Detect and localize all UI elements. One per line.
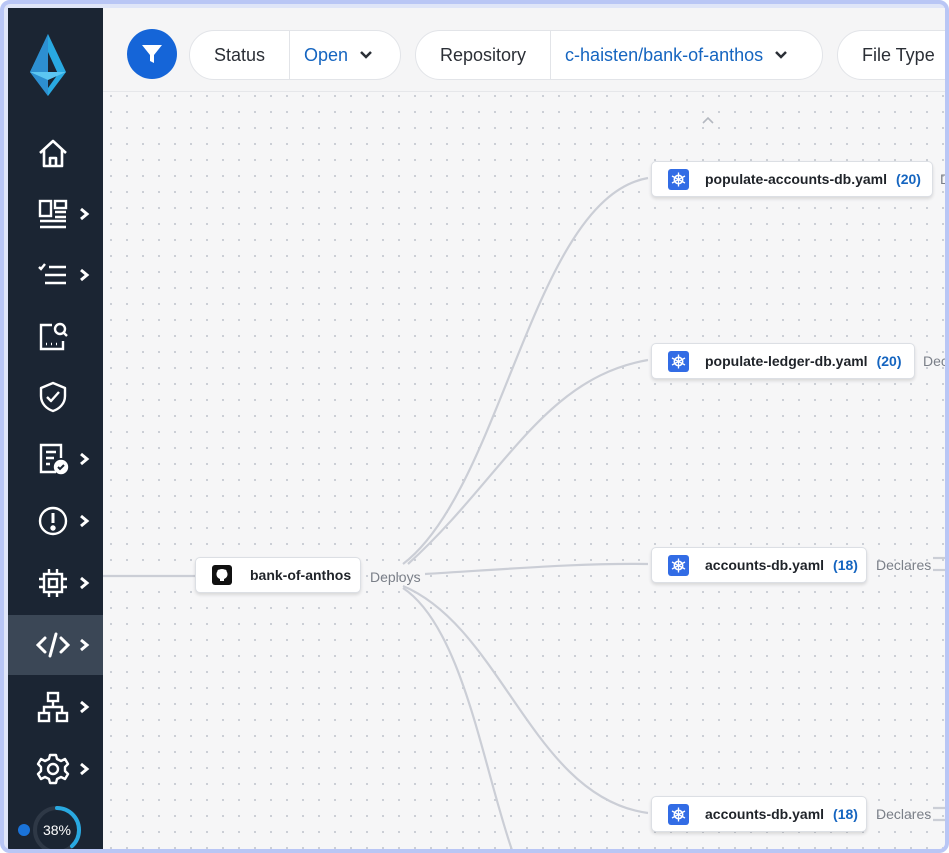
chevron-right-icon: [80, 700, 90, 714]
collapse-up-icon[interactable]: [701, 116, 715, 125]
progress-label: 38%: [42, 822, 72, 838]
dashboard-icon: [38, 199, 68, 229]
repository-filter-label: Repository: [440, 44, 527, 65]
sidebar-item-reports[interactable]: [8, 429, 103, 489]
status-filter[interactable]: Status Open: [189, 30, 401, 80]
filter-bar: Status Open Repository c-haisten/bank-of…: [103, 8, 945, 92]
repository-filter[interactable]: Repository c-haisten/bank-of-anthos: [415, 30, 823, 80]
issue-count: (20): [876, 353, 902, 369]
github-icon: [212, 565, 232, 585]
file-node-label: accounts-db.yaml: [705, 557, 825, 573]
gear-icon: [36, 753, 70, 785]
inventory-search-icon: [39, 322, 68, 351]
chevron-down-icon: [775, 51, 788, 59]
file-node-label: populate-accounts-db.yaml: [705, 171, 888, 187]
checklist-icon: [38, 263, 66, 285]
sidebar-item-dashboard[interactable]: [8, 184, 103, 244]
chevron-down-icon: [360, 51, 372, 59]
status-dot: [18, 824, 30, 836]
edge-label: Declares: [876, 557, 932, 573]
sidebar: 38%: [8, 8, 103, 849]
chevron-right-icon: [80, 762, 90, 776]
network-icon: [37, 691, 69, 723]
edge-label: De: [940, 171, 945, 187]
sidebar-item-network[interactable]: [8, 677, 103, 737]
kubernetes-icon: [668, 168, 689, 190]
graph-links: [103, 176, 945, 849]
alert-circle-icon: [38, 506, 68, 536]
file-node-label: accounts-db.yaml: [705, 806, 825, 822]
link-to-accounts-db-1: [424, 562, 649, 576]
sidebar-item-infrastructure[interactable]: [8, 553, 103, 613]
edge-label: Dec: [923, 353, 948, 369]
repo-node-label: bank-of-anthos: [250, 567, 352, 583]
file-node[interactable]: populate-ledger-db.yaml (20): [651, 343, 915, 379]
status-filter-label: Status: [214, 44, 266, 65]
sidebar-item-inventory[interactable]: [8, 306, 103, 366]
sidebar-item-security[interactable]: [8, 367, 103, 427]
kubernetes-icon: [668, 554, 689, 576]
chevron-right-icon: [80, 268, 90, 282]
graph-canvas[interactable]: Status Open Repository c-haisten/bank-of…: [103, 8, 948, 849]
shield-check-icon: [39, 381, 67, 413]
chevron-right-icon: [80, 514, 90, 528]
report-check-icon: [39, 443, 69, 475]
chip-icon: [39, 569, 67, 597]
file-type-filter-label: File Type: [862, 44, 935, 65]
chevron-right-icon: [80, 452, 90, 466]
filter-button[interactable]: [127, 29, 177, 79]
chevron-right-icon: [80, 207, 90, 221]
issue-count: (18): [833, 557, 858, 573]
sidebar-item-checklist[interactable]: [8, 245, 103, 305]
kubernetes-icon: [668, 803, 689, 825]
chevron-right-icon: [80, 638, 90, 652]
repository-filter-value[interactable]: c-haisten/bank-of-anthos: [550, 31, 809, 79]
link-to-populate-ledger: [407, 358, 649, 565]
link-to-accounts-db-2: [402, 584, 649, 815]
sidebar-item-settings[interactable]: [8, 739, 103, 799]
issue-count: (18): [833, 806, 858, 822]
file-node[interactable]: populate-accounts-db.yaml (20): [651, 161, 933, 197]
status-filter-value[interactable]: Open: [289, 31, 394, 79]
file-node-label: populate-ledger-db.yaml: [705, 353, 868, 369]
issue-count: (20): [896, 171, 921, 187]
edge-label: Declares: [876, 806, 932, 822]
kubernetes-icon: [668, 350, 689, 372]
repo-node[interactable]: bank-of-anthos: [195, 557, 361, 593]
sidebar-item-code[interactable]: [8, 615, 103, 675]
app-logo[interactable]: [28, 32, 68, 98]
code-icon: [36, 632, 70, 658]
file-node[interactable]: accounts-db.yaml (18): [651, 547, 867, 583]
chevron-right-icon: [80, 576, 90, 590]
app-frame: 38% Status Open Repository c-haisten/ban…: [0, 0, 949, 853]
progress-indicator[interactable]: 38%: [16, 804, 96, 849]
deploys-edge-label: Deploys: [370, 569, 421, 585]
file-node[interactable]: accounts-db.yaml (18): [651, 796, 867, 832]
sidebar-item-alerts[interactable]: [8, 491, 103, 551]
home-icon: [39, 139, 67, 168]
file-type-filter[interactable]: File Type: [837, 30, 945, 80]
filter-icon: [142, 45, 162, 63]
sidebar-item-home[interactable]: [8, 124, 103, 184]
